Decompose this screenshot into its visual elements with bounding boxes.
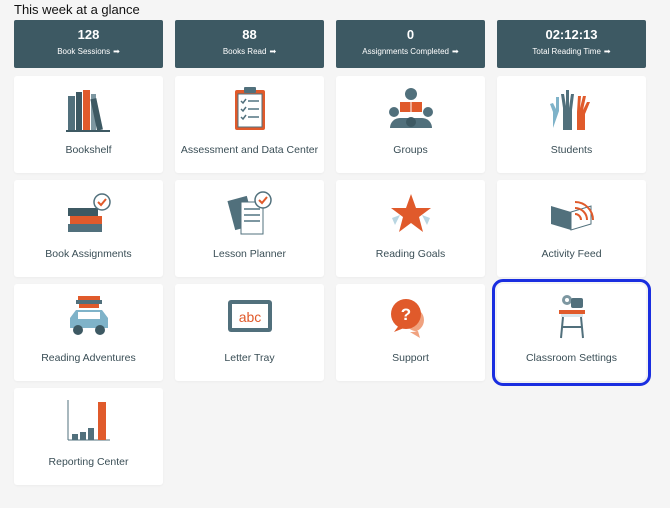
tile-classroom-settings[interactable]: Classroom Settings	[492, 279, 651, 386]
question-chat-icon: ?	[390, 299, 424, 338]
stat-label: Total Reading Time	[532, 47, 601, 56]
arrow-right-icon: ➡	[452, 47, 459, 56]
clipboard-checklist-icon	[234, 87, 265, 130]
svg-text:abc: abc	[238, 309, 261, 325]
activity-feed-icon	[550, 201, 594, 231]
stat-label: Assignments Completed	[362, 47, 449, 56]
stat-label: Books Read	[222, 47, 267, 56]
abc-board-icon: abc	[227, 300, 272, 332]
star-icon	[390, 194, 431, 232]
tile-book-assignments[interactable]: Book Assignments	[14, 180, 163, 277]
tile-reading-goals[interactable]: Reading Goals	[336, 180, 485, 277]
stat-value: 0	[406, 27, 415, 42]
tile-reporting-center[interactable]: Reporting Center	[14, 388, 163, 485]
stat-books-read[interactable]: 88 Books Read ➡	[175, 20, 324, 68]
tile-label: Support	[392, 352, 429, 364]
tile-bookshelf[interactable]: Bookshelf	[14, 76, 163, 173]
arrow-right-icon: ➡	[113, 47, 120, 56]
svg-text:?: ?	[400, 305, 410, 324]
tile-label: Reading Adventures	[41, 352, 136, 364]
tile-label: Activity Feed	[541, 248, 602, 260]
stat-value: 02:12:13	[545, 27, 598, 42]
raised-hands-icon	[549, 90, 590, 130]
tile-groups[interactable]: Groups	[336, 76, 485, 173]
arrow-right-icon: ➡	[269, 47, 277, 56]
stat-label-wrap: Assignments Completed ➡	[336, 47, 485, 56]
tile-label: Classroom Settings	[525, 352, 618, 364]
tile-label: Letter Tray	[224, 352, 275, 364]
stat-total-reading-time[interactable]: 02:12:13 Total Reading Time ➡	[497, 20, 646, 68]
desk-gear-icon	[558, 295, 585, 339]
stat-label-wrap: Total Reading Time ➡	[497, 47, 646, 56]
stat-book-sessions[interactable]: 128 Book Sessions ➡	[14, 20, 163, 68]
tile-label: Reading Goals	[375, 248, 446, 260]
stat-assignments-completed[interactable]: 0 Assignments Completed ➡	[336, 20, 485, 68]
tile-support[interactable]: ? Support	[336, 284, 485, 381]
reading-group-icon	[388, 88, 433, 128]
stat-label-wrap: Book Sessions ➡	[14, 47, 163, 56]
book-stack-check-icon	[67, 193, 111, 232]
page-heading: This week at a glance	[14, 2, 140, 17]
tile-lesson-planner[interactable]: Lesson Planner	[175, 180, 324, 277]
arrow-right-icon: ➡	[603, 47, 611, 56]
tile-label: Groups	[393, 144, 428, 156]
stat-label-wrap: Books Read ➡	[175, 47, 324, 56]
lesson-plan-icon	[226, 191, 272, 235]
stat-value: 88	[242, 27, 257, 42]
bookshelf-icon	[65, 90, 110, 132]
tile-label: Lesson Planner	[213, 248, 286, 260]
tile-students[interactable]: Students	[497, 76, 646, 173]
tile-reading-adventures[interactable]: Reading Adventures	[14, 284, 163, 381]
stat-value: 128	[77, 27, 100, 42]
tile-label: Students	[550, 144, 593, 156]
tile-letter-tray[interactable]: abc Letter Tray	[175, 284, 324, 381]
tile-label: Assessment and Data Center	[180, 144, 319, 156]
tile-label: Reporting Center	[48, 456, 129, 468]
bar-chart-icon	[67, 400, 110, 441]
tile-label: Bookshelf	[65, 144, 112, 156]
tile-activity-feed[interactable]: Activity Feed	[497, 180, 646, 277]
tile-label: Book Assignments	[45, 248, 132, 260]
tile-assessment-data-center[interactable]: Assessment and Data Center	[175, 76, 324, 173]
car-books-icon	[69, 296, 108, 335]
stat-label: Book Sessions	[57, 47, 111, 56]
